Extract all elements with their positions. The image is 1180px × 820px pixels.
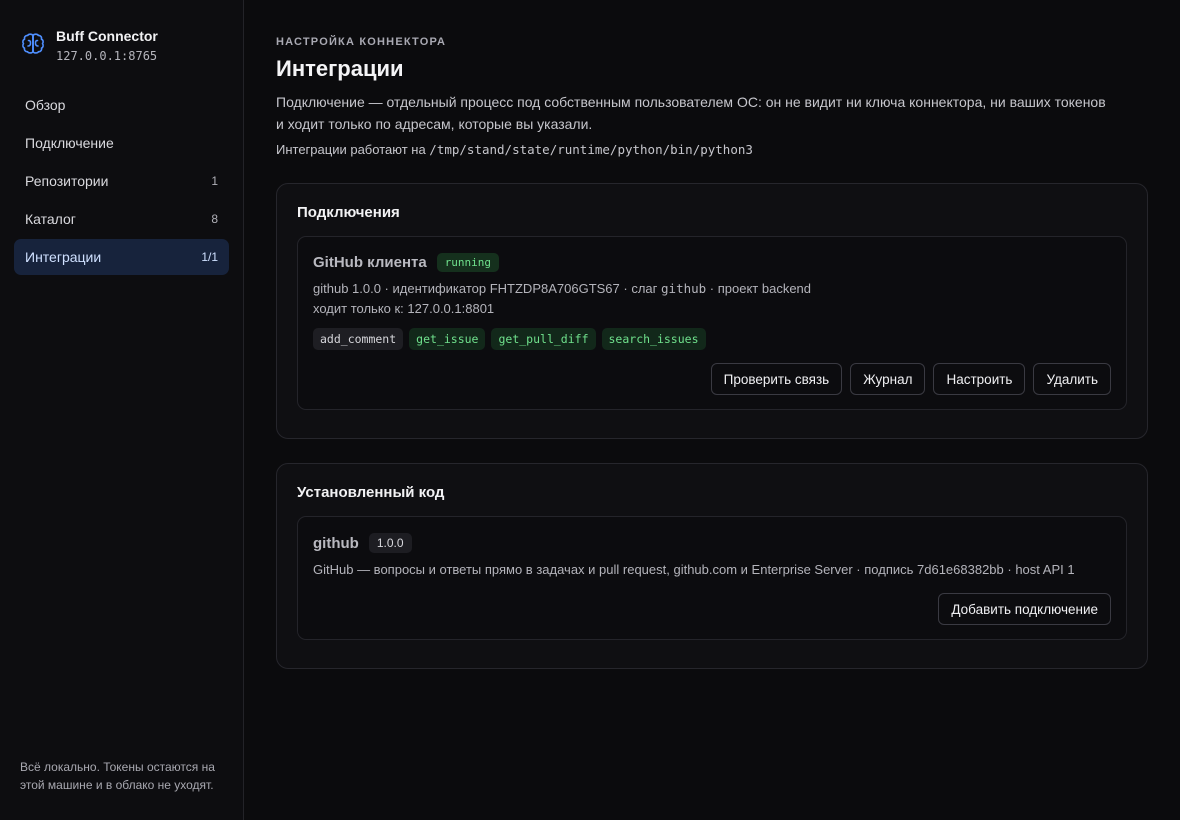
- connection-meta: github 1.0.0 · идентификатор FHTZDP8A706…: [313, 279, 1111, 319]
- add-connection-button[interactable]: Добавить подключение: [938, 593, 1111, 625]
- connection-actions: Проверить связь Журнал Настроить Удалить: [313, 363, 1111, 395]
- sidebar-item-count: 1/1: [201, 250, 218, 264]
- sidebar-item-overview[interactable]: Обзор: [14, 87, 229, 123]
- configure-button[interactable]: Настроить: [933, 363, 1026, 395]
- connections-title: Подключения: [297, 204, 400, 221]
- connection-meta-prefix: github 1.0.0 · идентификатор FHTZDP8A706…: [313, 281, 658, 296]
- installed-code-title: Установленный код: [297, 484, 445, 501]
- sidebar-item-catalog[interactable]: Каталог 8: [14, 201, 229, 237]
- runtime-path: /tmp/stand/state/runtime/python/bin/pyth…: [429, 142, 753, 157]
- tool-list: add_comment get_issue get_pull_diff sear…: [313, 328, 1111, 350]
- page-eyebrow: НАСТРОЙКА КОННЕКТОРА: [276, 36, 447, 48]
- tool-chip: add_comment: [313, 328, 404, 350]
- connection-header: GitHub клиента running: [313, 253, 1111, 272]
- brand-name: Buff Connector: [56, 28, 158, 44]
- connection-card: GitHub клиента running github 1.0.0 · ид…: [297, 236, 1127, 410]
- log-button[interactable]: Журнал: [850, 363, 926, 395]
- connection-meta-line: github 1.0.0 · идентификатор FHTZDP8A706…: [313, 279, 1111, 299]
- brand-host: 127.0.0.1:8765: [56, 49, 158, 63]
- package-name: github: [313, 534, 359, 552]
- runtime-info: Интеграции работают на /tmp/stand/state/…: [276, 142, 1148, 157]
- sidebar-item-count: 8: [211, 212, 218, 226]
- version-badge: 1.0.0: [368, 533, 412, 553]
- connection-name: GitHub клиента: [313, 254, 427, 271]
- connection-slug: github: [661, 281, 707, 296]
- sidebar: Buff Connector 127.0.0.1:8765 Обзор Подк…: [0, 0, 244, 820]
- sidebar-item-count: 1: [211, 174, 218, 188]
- sidebar-item-label: Каталог: [25, 211, 76, 227]
- sidebar-item-integrations[interactable]: Интеграции 1/1: [14, 239, 229, 275]
- sidebar-item-label: Подключение: [25, 135, 114, 151]
- sidebar-item-label: Интеграции: [25, 249, 102, 265]
- installed-code-panel: Установленный код github 1.0.0 GitHub — …: [276, 463, 1148, 669]
- status-badge: running: [436, 253, 500, 272]
- main-content: НАСТРОЙКА КОННЕКТОРА Интеграции Подключе…: [244, 0, 1180, 820]
- connection-allowed-hosts: ходит только к: 127.0.0.1:8801: [313, 301, 495, 316]
- page-subtitle: Подключение — отдельный процесс под собс…: [276, 94, 1106, 132]
- sidebar-footer-note: Всё локально. Токены остаются на этой ма…: [20, 760, 215, 792]
- page-title: Интеграции: [276, 56, 404, 81]
- brain-logo-icon: [22, 33, 44, 54]
- tool-chip: get_issue: [409, 328, 486, 350]
- tool-chip: search_issues: [601, 328, 706, 350]
- delete-button[interactable]: Удалить: [1033, 363, 1111, 395]
- sidebar-item-repositories[interactable]: Репозитории 1: [14, 163, 229, 199]
- brand: Buff Connector 127.0.0.1:8765: [14, 28, 229, 63]
- check-connection-button[interactable]: Проверить связь: [710, 363, 843, 395]
- package-card: github 1.0.0 GitHub — вопросы и ответы п…: [297, 516, 1127, 640]
- sidebar-item-connection[interactable]: Подключение: [14, 125, 229, 161]
- package-header: github 1.0.0: [313, 533, 1111, 553]
- package-description: GitHub — вопросы и ответы прямо в задача…: [313, 562, 1075, 577]
- sidebar-nav: Обзор Подключение Репозитории 1 Каталог …: [14, 87, 229, 275]
- runtime-prefix: Интеграции работают на: [276, 142, 426, 157]
- tool-chip: get_pull_diff: [491, 328, 596, 350]
- sidebar-item-label: Репозитории: [25, 173, 109, 189]
- connection-meta-suffix: · проект backend: [709, 281, 812, 296]
- sidebar-item-label: Обзор: [25, 97, 66, 113]
- package-actions: Добавить подключение: [313, 593, 1111, 625]
- connections-panel: Подключения GitHub клиента running githu…: [276, 183, 1148, 439]
